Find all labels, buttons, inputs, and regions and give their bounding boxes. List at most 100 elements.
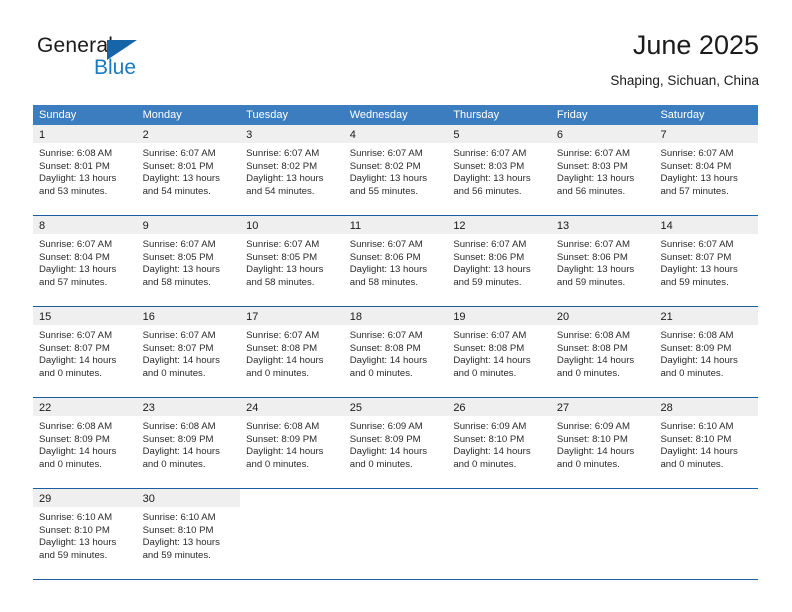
sunrise-text: Sunrise: 6:07 AM [349,239,423,250]
calendar-week-row: 8 Sunrise: 6:07 AM Sunset: 8:04 PM Daylight… [33,215,759,306]
daylight-text-line1: Daylight: 14 hours [556,355,635,367]
day-number-band: 22 [33,398,137,416]
day-number-band: 14 [654,216,759,234]
calendar-page: General Blue June 2025 Shaping, Sichuan,… [0,0,792,612]
day-details: Sunrise: 6:07 AM Sunset: 8:03 PM Daylight:… [447,143,551,198]
daylight-text-line2: and 0 minutes. [246,367,310,379]
day-cell[interactable]: 28 Sunrise: 6:10 AM Sunset: 8:10 PM Dayligh… [654,398,759,488]
sunset-text: Sunset: 8:04 PM [660,160,732,172]
day-number-band [550,489,655,507]
daylight-text-line1: Daylight: 13 hours [246,264,324,276]
sunrise-text: Sunrise: 6:07 AM [660,239,734,250]
day-cell[interactable]: 24 Sunrise: 6:08 AM Sunset: 8:09 PM Dayligh… [240,398,344,488]
daylight-text-line2: and 54 minutes. [142,185,211,197]
general-blue-logo[interactable]: General Blue [37,34,247,94]
daylight-text-line2: and 0 minutes. [349,367,413,379]
daylight-text-line1: Daylight: 14 hours [660,355,738,367]
day-details: Sunrise: 6:10 AM Sunset: 8:10 PM Daylight:… [654,416,758,471]
day-number-band [447,489,551,507]
daylight-text-line1: Daylight: 14 hours [349,355,428,367]
sunrise-text: Sunrise: 6:07 AM [39,330,113,341]
day-number-band: 24 [240,398,344,416]
day-details: Sunrise: 6:10 AM Sunset: 8:10 PM Daylight:… [33,507,137,562]
day-cell[interactable]: 19 Sunrise: 6:07 AM Sunset: 8:08 PM Dayligh… [447,307,551,397]
day-cell[interactable]: 11 Sunrise: 6:07 AM Sunset: 8:06 PM Dayligh… [343,216,448,306]
day-number: 29 [39,493,52,505]
day-details: Sunrise: 6:08 AM Sunset: 8:09 PM Daylight:… [137,416,241,471]
calendar-week-row: 15 Sunrise: 6:07 AM Sunset: 8:07 PM Dayligh… [33,306,759,397]
daylight-text-line1: Daylight: 13 hours [660,173,738,185]
day-details: Sunrise: 6:07 AM Sunset: 8:04 PM Daylight:… [33,234,137,289]
day-cell[interactable]: 12 Sunrise: 6:07 AM Sunset: 8:06 PM Dayligh… [447,216,551,306]
day-number-band: 13 [550,216,655,234]
day-cell[interactable]: 18 Sunrise: 6:07 AM Sunset: 8:08 PM Dayligh… [343,307,448,397]
day-cell[interactable]: 1 Sunrise: 6:08 AM Sunset: 8:01 PM Daylight… [33,125,137,215]
page-subtitle: Shaping, Sichuan, China [610,73,759,88]
sunset-text: Sunset: 8:07 PM [39,342,110,354]
title-block: June 2025 Shaping, Sichuan, China [610,28,759,89]
day-cell[interactable]: 14 Sunrise: 6:07 AM Sunset: 8:07 PM Dayligh… [654,216,759,306]
daylight-text-line2: and 59 minutes. [39,549,108,561]
day-cell[interactable]: 17 Sunrise: 6:07 AM Sunset: 8:08 PM Dayligh… [240,307,344,397]
day-cell[interactable]: 3 Sunrise: 6:07 AM Sunset: 8:02 PM Daylight… [240,125,344,215]
daylight-text-line2: and 0 minutes. [556,458,620,470]
day-cell[interactable]: 22 Sunrise: 6:08 AM Sunset: 8:09 PM Dayligh… [33,398,137,488]
sunrise-text: Sunrise: 6:10 AM [142,512,216,523]
day-details: Sunrise: 6:07 AM Sunset: 8:05 PM Daylight:… [137,234,241,289]
sunrise-text: Sunrise: 6:07 AM [142,239,216,250]
day-number-band: 23 [136,398,241,416]
day-cell[interactable]: 4 Sunrise: 6:07 AM Sunset: 8:02 PM Daylight… [343,125,448,215]
day-number-band [654,489,759,507]
day-cell[interactable]: 30 Sunrise: 6:10 AM Sunset: 8:10 PM Dayligh… [136,489,241,579]
weekday-header-friday: Friday [556,109,588,121]
daylight-text-line2: and 54 minutes. [246,185,315,197]
day-cell[interactable]: 2 Sunrise: 6:07 AM Sunset: 8:01 PM Daylight… [136,125,241,215]
day-details: Sunrise: 6:10 AM Sunset: 8:10 PM Daylight:… [137,507,241,562]
day-cell[interactable]: 5 Sunrise: 6:07 AM Sunset: 8:03 PM Daylight… [447,125,551,215]
day-details: Sunrise: 6:07 AM Sunset: 8:08 PM Daylight:… [344,325,448,380]
day-number-band: 28 [654,398,759,416]
daylight-text-line2: and 0 minutes. [39,458,102,470]
daylight-text-line1: Daylight: 13 hours [556,264,635,276]
day-cell[interactable]: 13 Sunrise: 6:07 AM Sunset: 8:06 PM Dayligh… [550,216,655,306]
daylight-text-line1: Daylight: 14 hours [142,446,220,458]
day-details: Sunrise: 6:07 AM Sunset: 8:06 PM Daylight:… [551,234,655,289]
daylight-text-line2: and 0 minutes. [660,367,724,379]
day-details: Sunrise: 6:08 AM Sunset: 8:08 PM Daylight:… [551,325,655,380]
day-details: Sunrise: 6:07 AM Sunset: 8:08 PM Daylight:… [240,325,344,380]
day-number-band: 16 [136,307,241,325]
day-cell[interactable]: 9 Sunrise: 6:07 AM Sunset: 8:05 PM Daylight… [136,216,241,306]
sunset-text: Sunset: 8:05 PM [246,251,318,263]
sunrise-text: Sunrise: 6:08 AM [39,421,113,432]
day-cell[interactable]: 27 Sunrise: 6:09 AM Sunset: 8:10 PM Dayligh… [550,398,655,488]
day-cell[interactable]: 10 Sunrise: 6:07 AM Sunset: 8:05 PM Dayligh… [240,216,344,306]
day-cell[interactable]: 7 Sunrise: 6:07 AM Sunset: 8:04 PM Daylight… [654,125,759,215]
day-cell[interactable]: 15 Sunrise: 6:07 AM Sunset: 8:07 PM Dayligh… [33,307,137,397]
sunrise-text: Sunrise: 6:09 AM [556,421,630,432]
daylight-text-line2: and 53 minutes. [39,185,108,197]
day-cell[interactable]: 29 Sunrise: 6:10 AM Sunset: 8:10 PM Dayligh… [33,489,137,579]
day-cell[interactable]: 25 Sunrise: 6:09 AM Sunset: 8:09 PM Dayligh… [343,398,448,488]
sunrise-text: Sunrise: 6:10 AM [39,512,113,523]
day-cell[interactable]: 20 Sunrise: 6:08 AM Sunset: 8:08 PM Dayligh… [550,307,655,397]
day-cell[interactable]: 8 Sunrise: 6:07 AM Sunset: 8:04 PM Daylight… [33,216,137,306]
daylight-text-line2: and 57 minutes. [660,185,729,197]
sunset-text: Sunset: 8:10 PM [556,433,628,445]
day-cell[interactable]: 16 Sunrise: 6:07 AM Sunset: 8:07 PM Dayligh… [136,307,241,397]
calendar-week-row: 29 Sunrise: 6:10 AM Sunset: 8:10 PM Dayligh… [33,488,759,579]
day-cell[interactable]: 23 Sunrise: 6:08 AM Sunset: 8:09 PM Dayligh… [136,398,241,488]
day-cell[interactable]: 21 Sunrise: 6:08 AM Sunset: 8:09 PM Dayligh… [654,307,759,397]
day-number-band: 9 [136,216,241,234]
day-cell[interactable]: 6 Sunrise: 6:07 AM Sunset: 8:03 PM Daylight… [550,125,655,215]
day-number-band: 10 [240,216,344,234]
day-number: 10 [246,220,259,232]
day-cell[interactable]: 26 Sunrise: 6:09 AM Sunset: 8:10 PM Dayligh… [447,398,551,488]
day-number-band: 8 [33,216,137,234]
day-number: 18 [349,311,362,323]
logo-text-blue: Blue [94,56,137,79]
day-number: 1 [39,129,46,141]
day-details: Sunrise: 6:07 AM Sunset: 8:02 PM Daylight:… [344,143,448,198]
day-number: 9 [142,220,149,232]
sunrise-text: Sunrise: 6:07 AM [660,148,734,159]
daylight-text-line1: Daylight: 13 hours [39,537,117,549]
